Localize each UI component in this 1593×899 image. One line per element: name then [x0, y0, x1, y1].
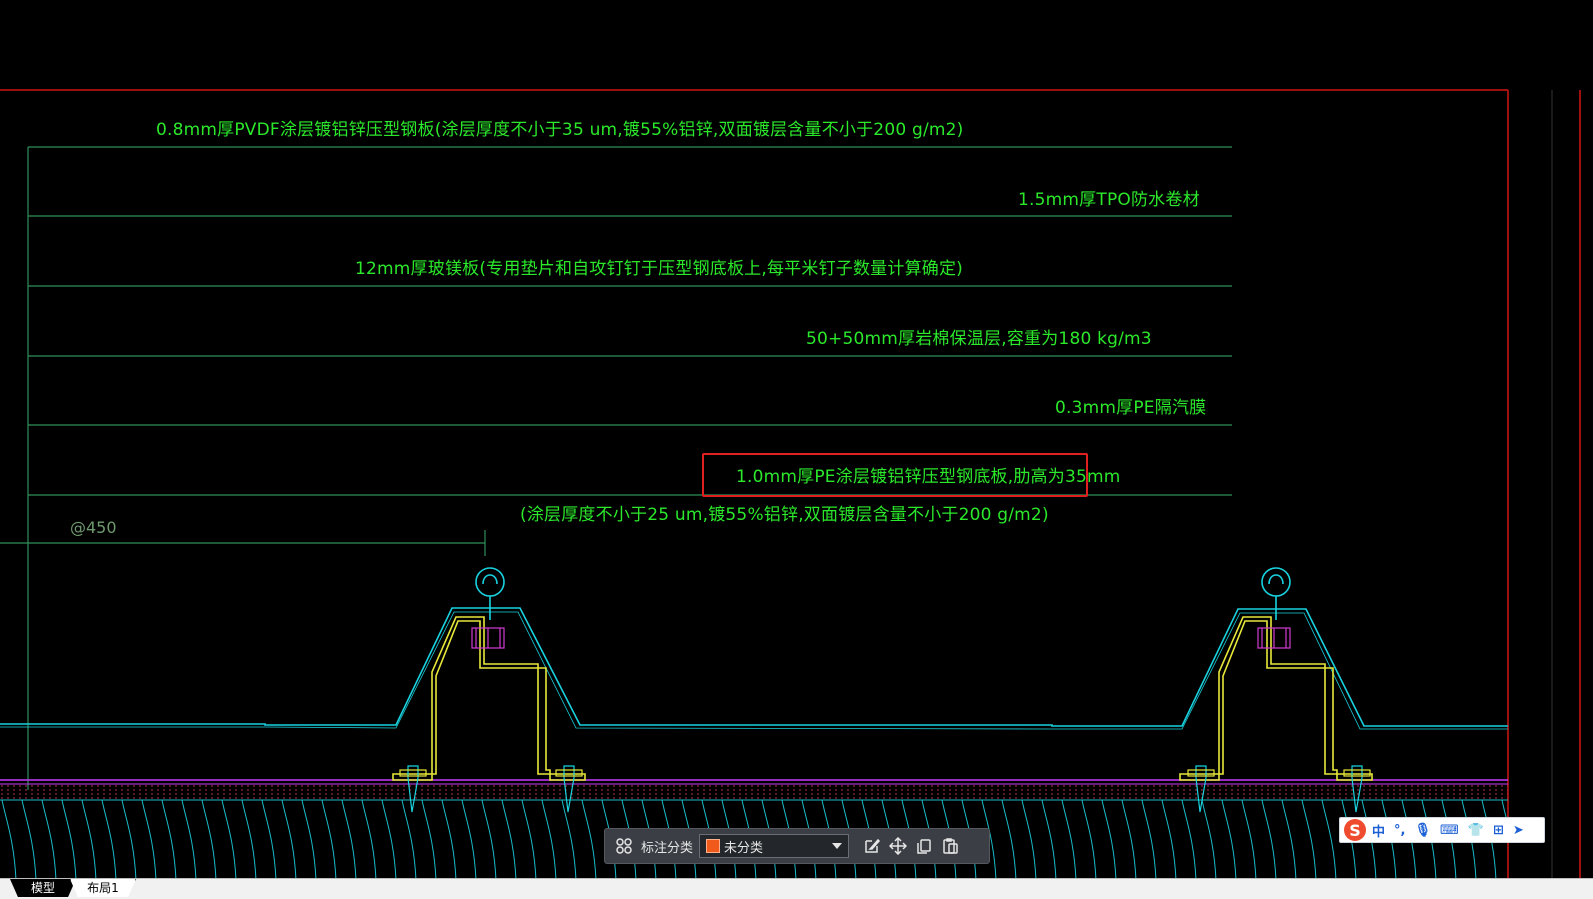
layout-tab-bar: 模型 布局1 — [0, 878, 1593, 899]
annotation-toolbar: 标注分类 未分类 — [604, 828, 990, 864]
highlight-box — [702, 453, 1088, 497]
category-color-swatch — [706, 839, 721, 853]
ime-punctuation-icon[interactable]: °, — [1394, 823, 1405, 838]
more-icon[interactable]: ➤ — [1513, 823, 1524, 838]
note-pe-vapor-barrier: 0.3mm厚PE隔汽膜 — [1055, 398, 1207, 418]
category-value: 未分类 — [724, 840, 764, 856]
category-select[interactable]: 未分类 — [699, 834, 850, 858]
skin-icon[interactable]: 👕 — [1468, 823, 1484, 838]
brackets — [392, 616, 1373, 781]
ime-chinese-mode[interactable]: 中 — [1372, 821, 1385, 840]
seam-clips — [475, 567, 1291, 620]
copy-icon[interactable] — [911, 833, 937, 859]
grid-icon[interactable] — [611, 833, 637, 859]
tab-layout1[interactable]: 布局1 — [70, 879, 136, 897]
bolts — [471, 627, 1291, 649]
spacing-label: @450 — [70, 518, 117, 537]
edit-icon[interactable] — [859, 833, 885, 859]
ime-logo-icon[interactable]: S — [1344, 819, 1366, 841]
tab-model[interactable]: 模型 — [10, 879, 76, 897]
note-tpo-membrane: 1.5mm厚TPO防水卷材 — [1018, 190, 1200, 210]
toolbox-icon[interactable]: ⊞ — [1493, 823, 1504, 838]
paste-icon[interactable] — [937, 833, 963, 859]
move-icon[interactable] — [885, 833, 911, 859]
microphone-icon[interactable]: 🎙 — [1414, 823, 1431, 838]
note-coating-spec: (涂层厚度不小于25 um,镀55%铝锌,双面镀层含量不小于200 g/m2) — [520, 505, 1049, 525]
keyboard-icon[interactable]: ⌨ — [1440, 823, 1459, 838]
screw-heads — [399, 769, 1371, 777]
ime-toolbar: S 中 °, 🎙 ⌨ 👕 ⊞ ➤ — [1339, 817, 1545, 843]
insulation-dots — [0, 783, 1508, 800]
note-mgo-board: 12mm厚玻镁板(专用垫片和自攻钉钉于压型钢底板上,每平米钉子数量计算确定) — [355, 259, 964, 279]
chevron-down-icon — [832, 843, 843, 849]
annotation-category-label: 标注分类 — [641, 840, 694, 856]
note-pvdf-sheet: 0.8mm厚PVDF涂层镀铝锌压型钢板(涂层厚度不小于35 um,镀55%铝锌,… — [156, 120, 964, 140]
note-rock-wool: 50+50mm厚岩棉保温层,容重为180 kg/m3 — [806, 329, 1152, 349]
